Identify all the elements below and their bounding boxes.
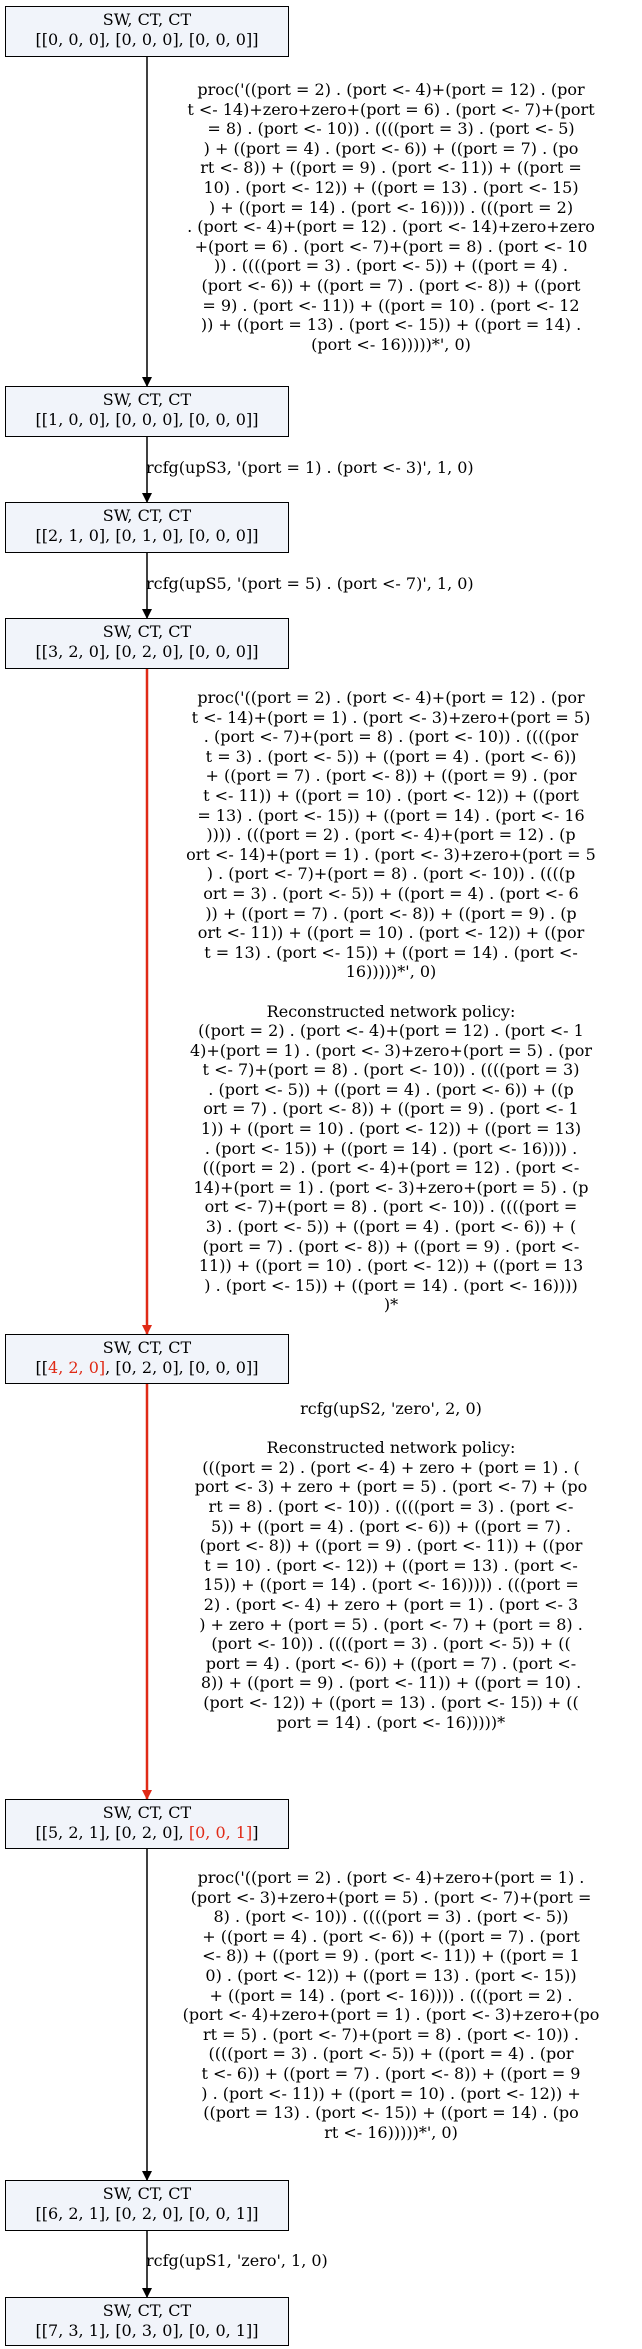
edge-label: proc('((port = 2) . (port <- 4)+(port = … (187, 80, 595, 354)
state-node: SW, CT, CT [[2, 1, 0], [0, 1, 0], [0, 0,… (5, 502, 289, 553)
state-node: SW, CT, CT [[0, 0, 0], [0, 0, 0], [0, 0,… (5, 6, 289, 57)
edge-label: proc('((port = 2) . (port <- 4)+(port = … (186, 688, 596, 1315)
state-node: SW, CT, CT [[3, 2, 0], [0, 2, 0], [0, 0,… (5, 618, 289, 669)
state-node: SW, CT, CT [[1, 0, 0], [0, 0, 0], [0, 0,… (5, 386, 289, 437)
edge-label: proc('((port = 2) . (port <- 4)+zero+(po… (182, 1868, 600, 2142)
changed-entry: 4, 2, 0] (48, 1358, 106, 1377)
edge-label: rcfg(upS3, '(port = 1) . (port <- 3)', 1… (146, 458, 474, 477)
state-node: SW, CT, CT [[4, 2, 0], [0, 2, 0], [0, 0,… (5, 1334, 289, 1384)
state-node: SW, CT, CT [[7, 3, 1], [0, 3, 0], [0, 0,… (5, 2297, 289, 2346)
state-node: SW, CT, CT [[5, 2, 1], [0, 2, 0], [0, 0,… (5, 1799, 289, 1849)
state-node: SW, CT, CT [[6, 2, 1], [0, 2, 0], [0, 0,… (5, 2180, 289, 2231)
edge-label: rcfg(upS2, 'zero', 2, 0) Reconstructed n… (194, 1399, 588, 1732)
changed-entry: [0, 0, 1] (188, 1823, 253, 1842)
edge-label: rcfg(upS1, 'zero', 1, 0) (146, 2251, 328, 2270)
edge-label: rcfg(upS5, '(port = 5) . (port <- 7)', 1… (146, 574, 474, 593)
